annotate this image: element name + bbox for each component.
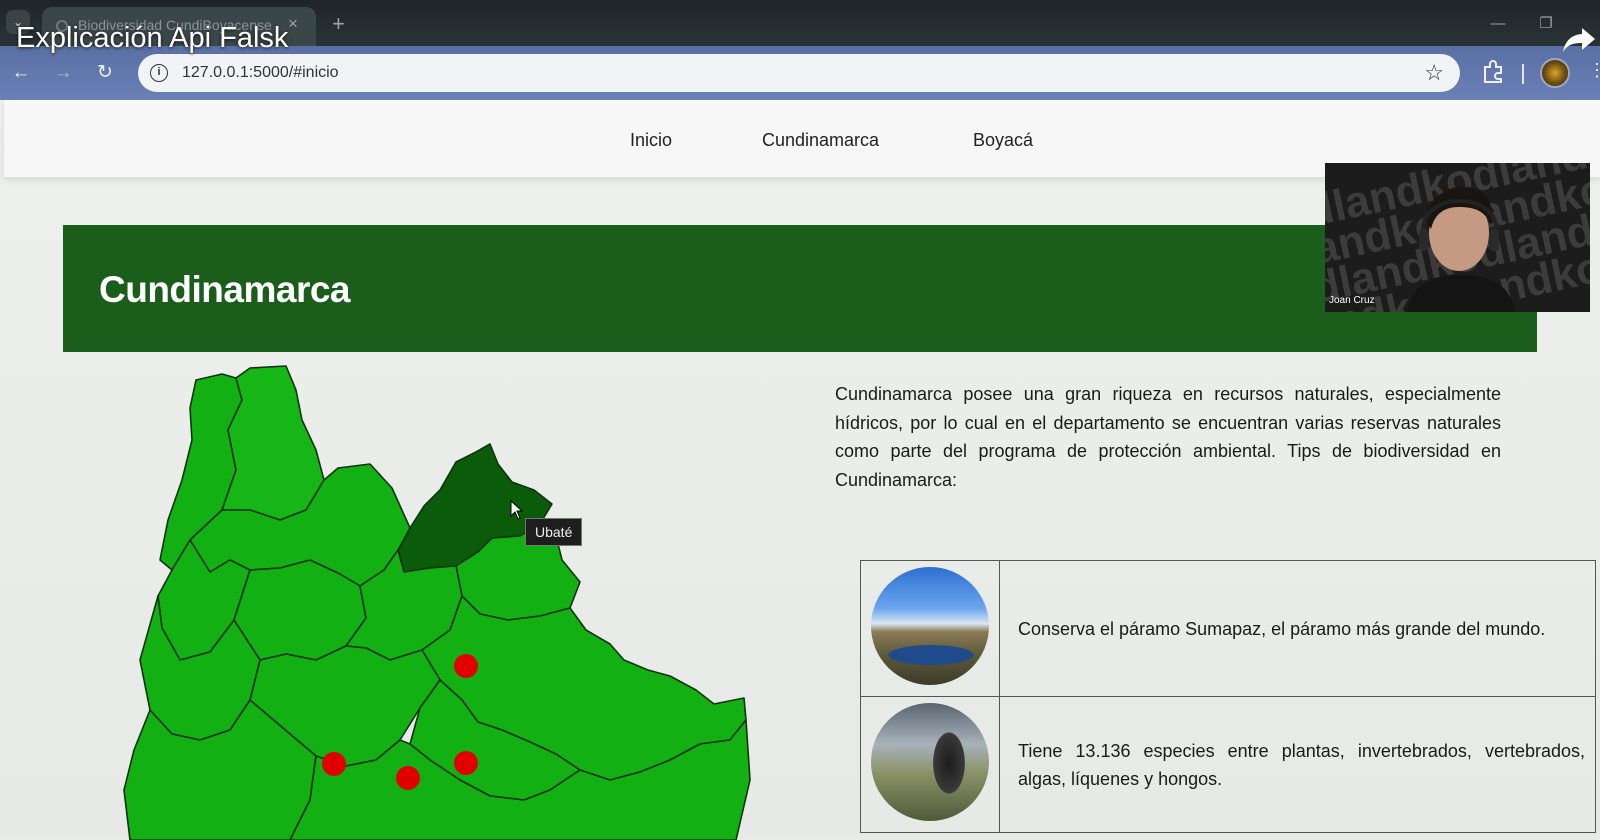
url-text[interactable]: 127.0.0.1:5000/#inicio [182,64,339,82]
tip-image-cell [860,696,1000,833]
cundinamarca-map [123,365,751,840]
map-marker[interactable] [454,751,478,775]
tip-text: Tiene 13.136 especies entre plantas, inv… [999,696,1596,833]
back-icon[interactable]: ← [8,60,34,86]
profile-avatar[interactable] [1540,58,1570,88]
site-info-icon[interactable]: i [150,64,168,82]
restore-button[interactable]: ❐ [1526,12,1566,36]
extensions-icon[interactable] [1482,60,1504,84]
address-bar[interactable]: i 127.0.0.1:5000/#inicio ☆ [138,54,1460,92]
frailejon-image [871,703,989,821]
webcam-overlay: dlandkodlandkod dlandkodlandkod dlandkod… [1325,163,1590,312]
nav-link-cundinamarca[interactable]: Cundinamarca [762,130,879,151]
tips-table: Conserva el páramo Sumapaz, el páramo má… [860,560,1596,833]
presenter-video [1407,186,1515,312]
mouse-cursor-icon [510,500,524,520]
reload-icon[interactable]: ↻ [92,60,118,86]
share-icon[interactable] [1562,26,1596,54]
sumapaz-paramo-image [871,567,989,685]
map-marker[interactable] [322,752,346,776]
nav-link-boyaca[interactable]: Boyacá [973,130,1033,151]
tip-image-cell [860,560,1000,697]
video-title: Explicación Api Falsk [16,22,289,54]
map-marker[interactable] [454,654,478,678]
browser-menu-icon[interactable]: ⋮ [1588,60,1600,81]
nav-link-inicio[interactable]: Inicio [630,130,672,151]
forward-icon[interactable]: → [50,60,76,86]
new-tab-button[interactable]: + [332,11,345,37]
presenter-name: Joan Cruz [1329,295,1375,306]
map-tooltip: Ubaté [525,518,583,546]
tip-text: Conserva el páramo Sumapaz, el páramo má… [999,560,1596,697]
section-title: Cundinamarca [99,269,351,310]
map-marker[interactable] [396,766,420,790]
intro-paragraph: Cundinamarca posee una gran riqueza en r… [835,384,1501,490]
bookmark-star-icon[interactable]: ☆ [1424,60,1444,86]
section-banner: Cundinamarca [63,225,1537,352]
tab-close-icon[interactable]: × [288,14,298,34]
minimize-button[interactable]: — [1478,12,1518,36]
toolbar-divider [1522,64,1524,84]
table-row: Conserva el páramo Sumapaz, el páramo má… [860,560,1596,697]
table-row: Tiene 13.136 especies entre plantas, inv… [860,696,1596,833]
